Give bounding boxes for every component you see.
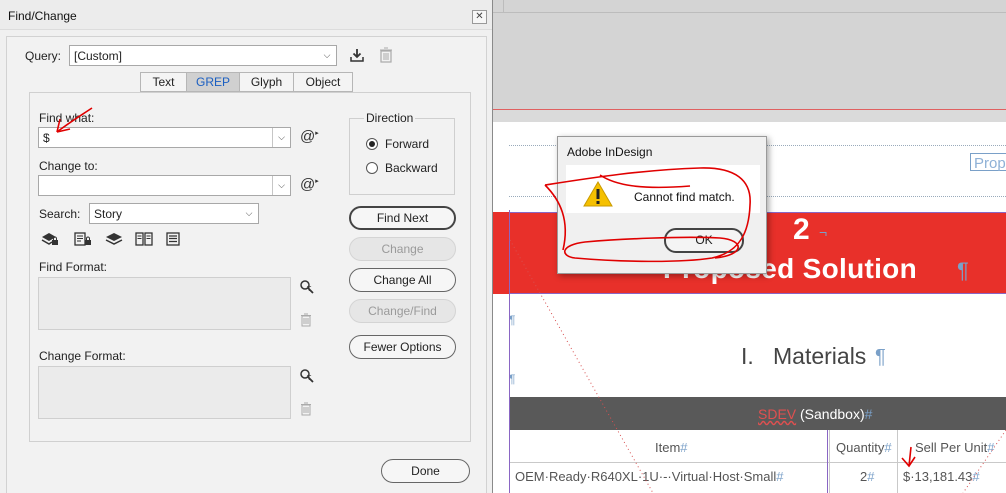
change-find-button[interactable]: Change/Find	[349, 299, 456, 323]
section-title: Materials	[773, 343, 867, 369]
clear-attributes-icon[interactable]	[300, 313, 312, 330]
search-scope-dropdown[interactable]: Story ⌵	[89, 203, 259, 224]
chapter-number-mark: ¬	[819, 224, 828, 240]
specify-attributes-icon[interactable]: T	[299, 279, 315, 298]
table-cell-quantity: 2#	[860, 469, 875, 484]
column-header-item: Item#	[655, 440, 688, 455]
ok-button[interactable]: OK	[664, 228, 744, 253]
find-format-box[interactable]	[38, 277, 291, 330]
close-button[interactable]: ✕	[472, 10, 487, 24]
include-locked-layers-icon[interactable]	[41, 232, 59, 249]
alert-message: Cannot find match.	[634, 190, 735, 204]
chevron-down-icon: ⌵	[245, 208, 253, 218]
direction-forward-label[interactable]: Forward	[385, 137, 429, 151]
query-dropdown[interactable]: [Custom] ⌵	[69, 45, 337, 66]
direction-label: Direction	[364, 111, 416, 125]
dialog-title: Find/Change	[8, 9, 77, 23]
column-header-quantity: Quantity#	[836, 440, 892, 455]
table-column-divider	[829, 430, 830, 493]
chevron-down-icon[interactable]: ⌵	[272, 128, 290, 147]
clear-attributes-icon[interactable]	[300, 402, 312, 419]
save-query-icon[interactable]	[349, 47, 365, 63]
find-change-dialog: Find/Change ✕ Query: [Custom] ⌵ Text GRE…	[0, 0, 493, 493]
done-button[interactable]: Done	[381, 459, 470, 483]
column-guide	[827, 430, 828, 493]
change-all-button[interactable]: Change All	[349, 268, 456, 292]
specify-attributes-icon[interactable]: T	[299, 368, 315, 387]
include-locked-stories-icon[interactable]	[74, 232, 92, 249]
pasteboard-guide	[493, 12, 1006, 13]
pasteboard	[493, 0, 1006, 110]
dialog-titlebar[interactable]: Find/Change ✕	[0, 0, 492, 30]
alert-dialog: Adobe InDesign Cannot find match. OK	[557, 136, 767, 274]
pilcrow-mark: ¶	[875, 346, 886, 368]
include-hidden-layers-icon[interactable]	[105, 232, 123, 249]
table-cell-item: OEM·Ready·R640XL·1U·-·Virtual·Host·Small…	[515, 469, 784, 484]
include-footnotes-icon[interactable]	[166, 232, 180, 249]
pasteboard-tick	[503, 0, 504, 13]
tab-glyph[interactable]: Glyph	[240, 72, 294, 92]
query-label: Query:	[25, 49, 62, 63]
find-format-label: Find Format:	[39, 260, 108, 274]
alert-title: Adobe InDesign	[567, 145, 653, 159]
special-characters-icon[interactable]: @▸	[300, 128, 319, 145]
change-to-field[interactable]: ⌵	[38, 175, 291, 196]
chevron-down-icon[interactable]: ⌵	[272, 176, 290, 195]
include-master-pages-icon[interactable]	[135, 232, 153, 249]
search-label: Search:	[39, 207, 81, 221]
fewer-options-button[interactable]: Fewer Options	[349, 335, 456, 359]
find-next-button[interactable]: Find Next	[349, 206, 456, 230]
special-characters-icon[interactable]: @▸	[300, 176, 319, 193]
direction-backward-radio[interactable]	[366, 162, 378, 174]
direction-forward-radio[interactable]	[366, 138, 378, 150]
delete-query-icon[interactable]	[379, 47, 393, 63]
change-button[interactable]: Change	[349, 237, 456, 261]
change-format-box[interactable]	[38, 366, 291, 419]
change-to-label: Change to:	[39, 159, 98, 173]
chevron-down-icon: ⌵	[323, 50, 331, 60]
table-cell-sell-per-unit: $·13,181.43#	[903, 469, 980, 484]
svg-text:T: T	[307, 375, 312, 382]
direction-group	[349, 118, 455, 195]
search-mode-tabs: Text GREP Glyph Object	[140, 72, 353, 92]
find-what-label: Find what:	[39, 111, 95, 125]
table-column-divider	[897, 430, 898, 493]
tab-grep[interactable]: GREP	[187, 72, 240, 92]
query-value: [Custom]	[74, 49, 123, 63]
chapter-number: 2	[793, 213, 810, 246]
tab-text[interactable]: Text	[140, 72, 187, 92]
svg-text:T: T	[307, 286, 312, 293]
bleed-guide	[493, 109, 1006, 110]
pilcrow-mark: ¶	[957, 258, 969, 283]
warning-icon	[583, 181, 613, 207]
header-text: Prop	[974, 155, 1006, 172]
find-what-field[interactable]: $ ⌵	[38, 127, 291, 148]
find-what-value: $	[43, 131, 50, 145]
column-header-sell-per-unit: Sell Per Unit#	[915, 440, 995, 455]
direction-backward-label[interactable]: Backward	[385, 161, 438, 175]
table-title: SDEV (Sandbox)#	[758, 406, 873, 422]
change-format-label: Change Format:	[39, 349, 126, 363]
margin-guide	[509, 210, 510, 493]
search-scope-value: Story	[94, 207, 123, 221]
section-numeral: I.	[741, 343, 754, 369]
tab-object[interactable]: Object	[294, 72, 353, 92]
